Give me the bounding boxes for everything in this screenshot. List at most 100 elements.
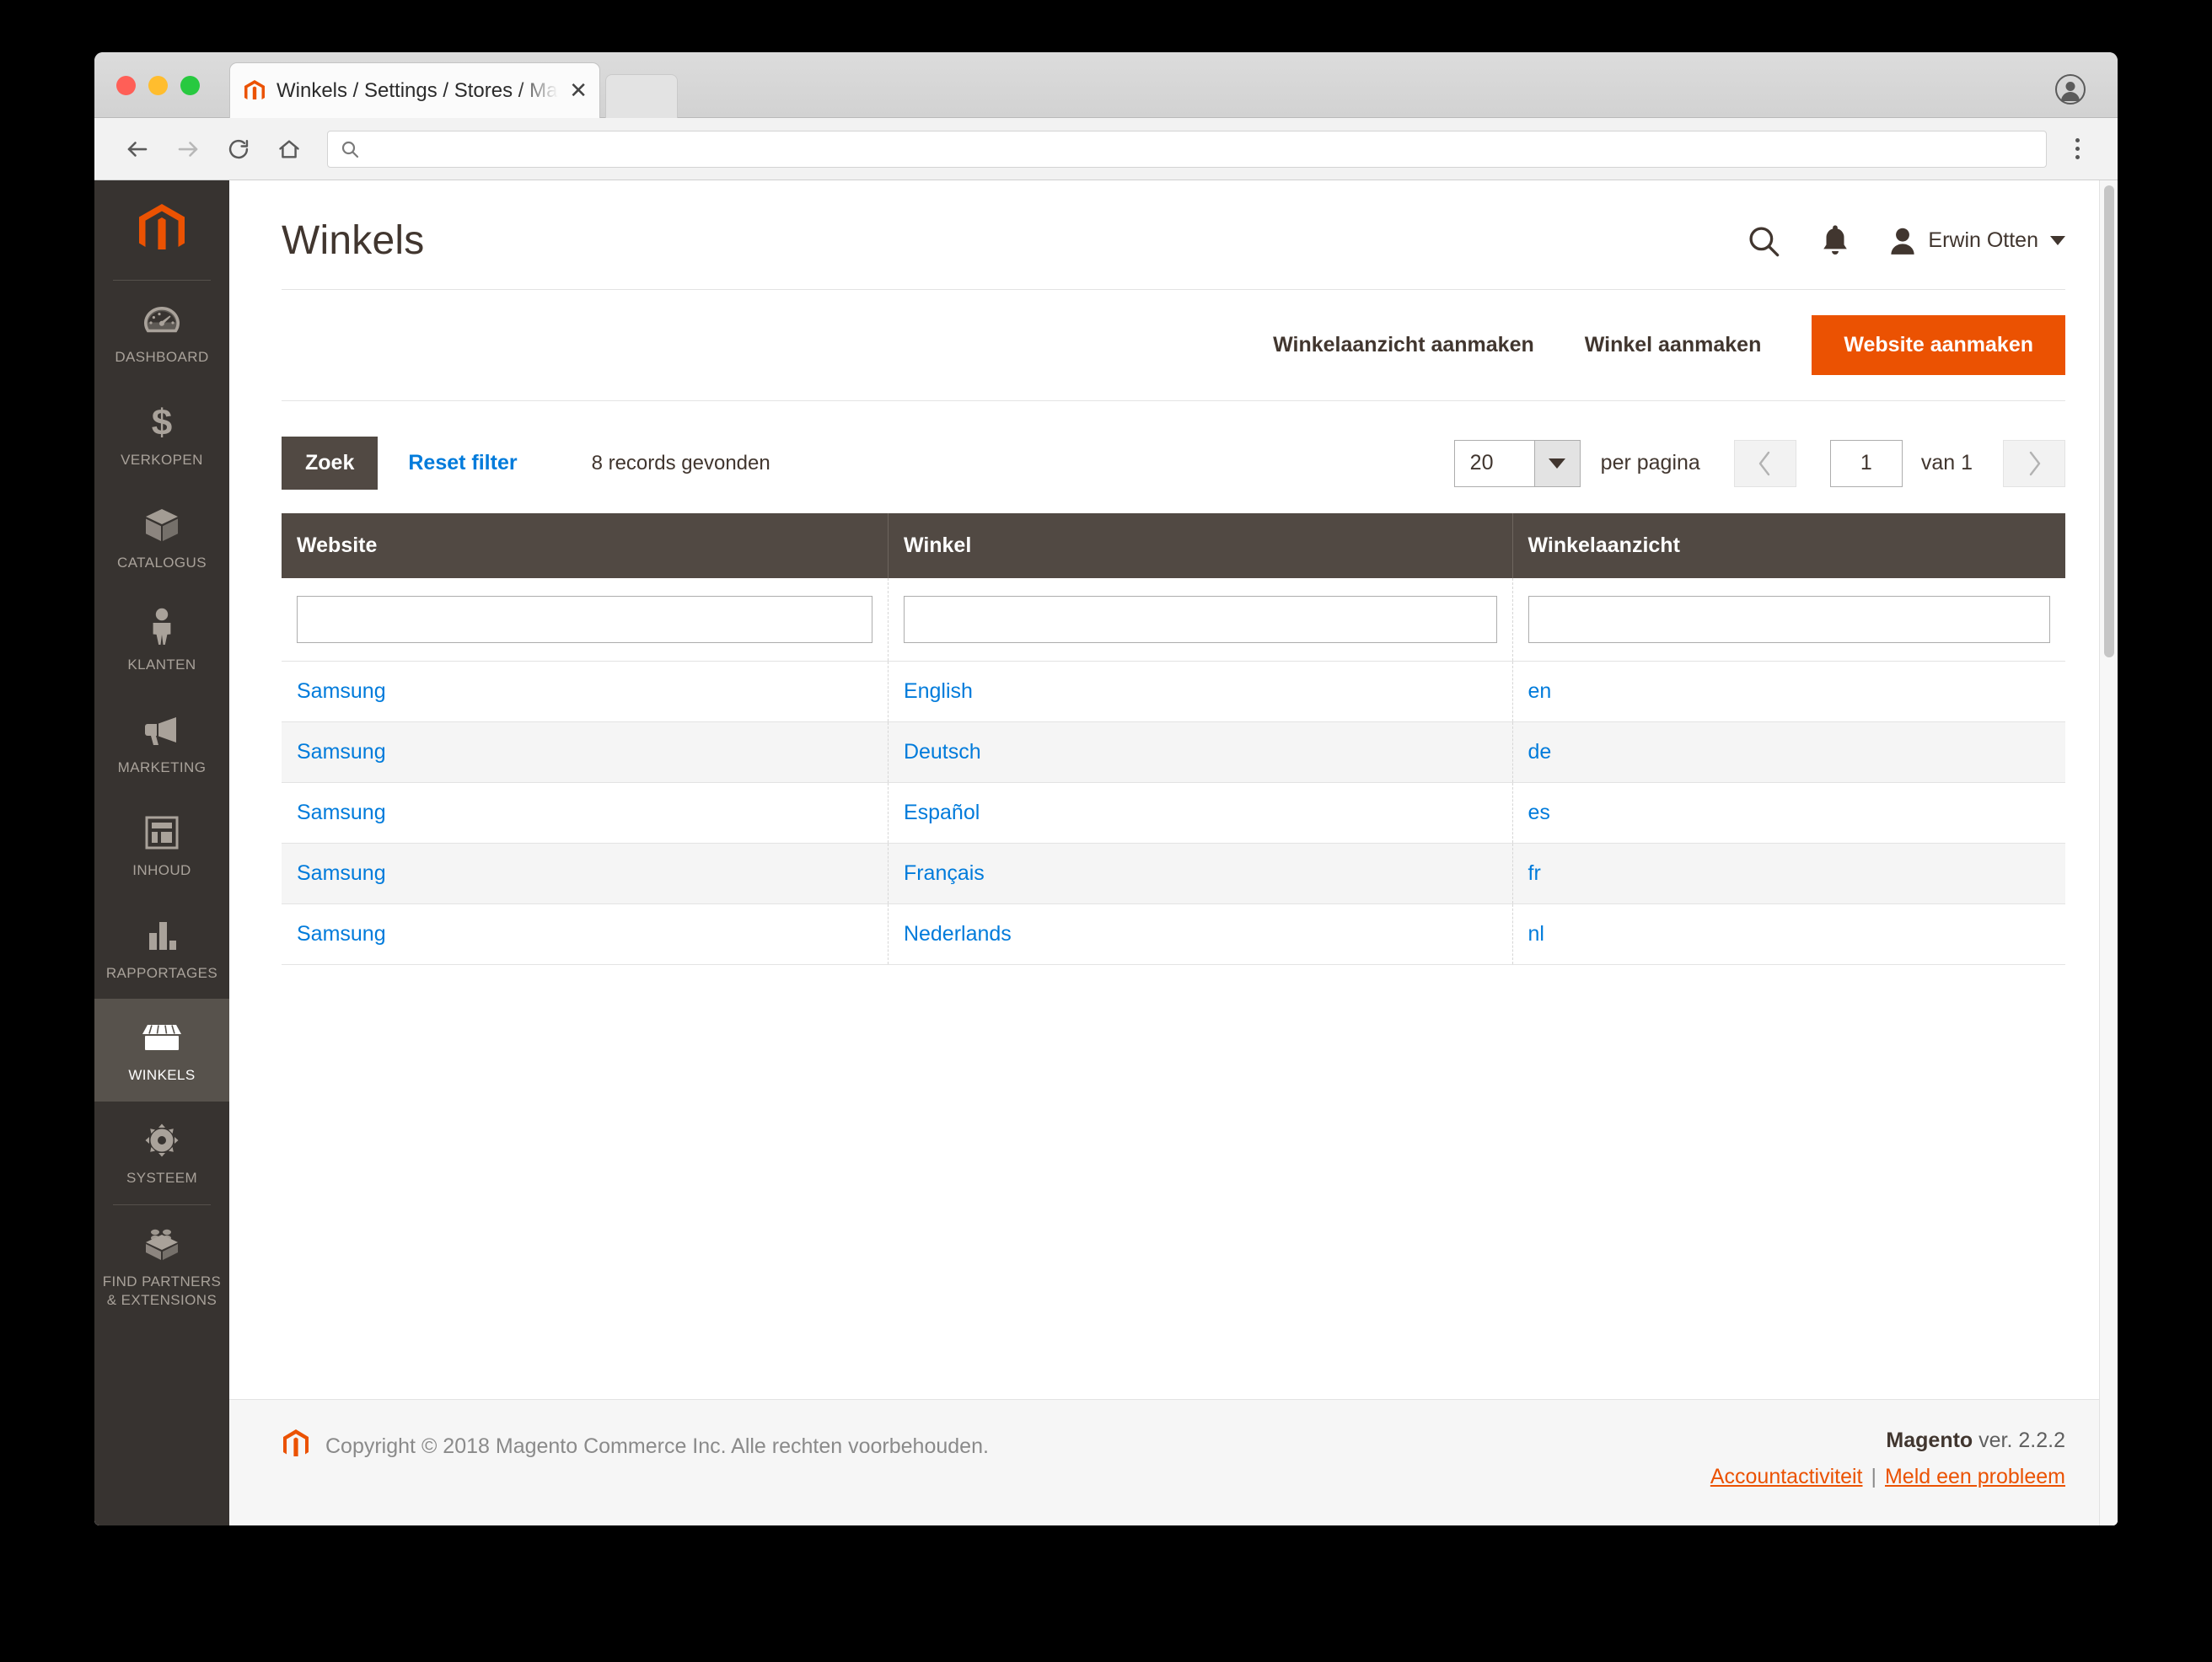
- next-page-button[interactable]: [2003, 439, 2065, 487]
- store-link[interactable]: Español: [904, 801, 980, 824]
- table-row[interactable]: Samsung English en: [282, 661, 2065, 722]
- store-view-link[interactable]: es: [1528, 801, 1550, 824]
- store-view-link[interactable]: de: [1528, 740, 1552, 764]
- create-store-view-button[interactable]: Winkelaanzicht aanmaken: [1248, 333, 1560, 357]
- sidebar-item-catalogus[interactable]: CATALOGUS: [94, 486, 229, 589]
- store-link[interactable]: Français: [904, 861, 985, 885]
- table-row[interactable]: Samsung Nederlands nl: [282, 903, 2065, 965]
- filter-cell-website: [282, 578, 889, 662]
- gear-icon: [99, 1120, 224, 1161]
- sidebar-item-marketing[interactable]: MARKETING: [94, 691, 229, 794]
- store-link[interactable]: English: [904, 679, 973, 703]
- home-button[interactable]: [270, 130, 309, 169]
- column-header-website[interactable]: Website: [282, 513, 889, 578]
- bar-chart-icon: [99, 915, 224, 956]
- website-link[interactable]: Samsung: [297, 922, 386, 946]
- cell-store: Français: [888, 843, 1513, 904]
- grid-toolbar: Zoek Reset filter 8 records gevonden 20 …: [282, 401, 2065, 513]
- browser-profile-icon[interactable]: [2055, 74, 2086, 105]
- browser-menu-button[interactable]: [2060, 138, 2094, 159]
- sidebar-item-label: VERKOPEN: [121, 451, 203, 468]
- previous-page-button[interactable]: [1733, 439, 1796, 487]
- cell-store-view: en: [1512, 661, 2065, 722]
- magento-logo[interactable]: [94, 180, 229, 280]
- sidebar-item-label: FIND PARTNERS & EXTENSIONS: [102, 1273, 222, 1308]
- user-menu[interactable]: Erwin Otten: [1889, 227, 2065, 255]
- sidebar-item-verkopen[interactable]: $ VERKOPEN: [94, 383, 229, 486]
- sidebar-item-rapportages[interactable]: RAPPORTAGES: [94, 897, 229, 1000]
- table-row[interactable]: Samsung Deutsch de: [282, 721, 2065, 783]
- page-number-input[interactable]: 1: [1829, 439, 1903, 487]
- tab-title: Winkels / Settings / Stores / Ma: [276, 78, 558, 102]
- sidebar-item-systeem[interactable]: SYSTEEM: [94, 1102, 229, 1204]
- magento-favicon-icon: [242, 78, 267, 104]
- sidebar-item-klanten[interactable]: KLANTEN: [94, 588, 229, 691]
- forward-button[interactable]: [169, 130, 207, 169]
- sidebar-item-label: CATALOGUS: [117, 554, 207, 571]
- sidebar-item-find-partners[interactable]: FIND PARTNERS & EXTENSIONS: [94, 1205, 229, 1327]
- website-link[interactable]: Samsung: [297, 801, 386, 824]
- table-row[interactable]: Samsung Français fr: [282, 843, 2065, 904]
- sidebar-item-label: SYSTEEM: [126, 1170, 198, 1186]
- website-link[interactable]: Samsung: [297, 679, 386, 703]
- minimize-window-button[interactable]: [148, 76, 168, 95]
- report-issue-link[interactable]: Meld een probleem: [1885, 1465, 2065, 1488]
- reload-button[interactable]: [219, 130, 258, 169]
- close-window-button[interactable]: [116, 76, 136, 95]
- store-view-link[interactable]: en: [1528, 679, 1552, 703]
- store-link[interactable]: Nederlands: [904, 922, 1012, 946]
- new-tab-button[interactable]: [605, 74, 678, 118]
- create-website-button[interactable]: Website aanmaken: [1812, 315, 2065, 375]
- per-page-select[interactable]: 20: [1453, 439, 1581, 487]
- sidebar-item-label: DASHBOARD: [115, 349, 209, 365]
- records-found-label: 8 records gevonden: [591, 451, 770, 474]
- footer-link-separator: |: [1871, 1465, 1876, 1488]
- page-header: Winkels Erwin Otten: [282, 180, 2065, 289]
- admin-content: Winkels Erwin Otten Winkelaanzicht aanma…: [229, 180, 2118, 1525]
- admin-sidebar: DASHBOARD $ VERKOPEN CATALOGUS KLANTEN M…: [94, 180, 229, 1525]
- store-icon: [99, 1017, 224, 1058]
- content-inner: Winkels Erwin Otten Winkelaanzicht aanma…: [229, 180, 2118, 1399]
- browser-titlebar: Winkels / Settings / Stores / Ma ✕: [94, 52, 2118, 118]
- store-view-link[interactable]: nl: [1528, 922, 1544, 946]
- store-link[interactable]: Deutsch: [904, 740, 981, 764]
- filter-input-winkel[interactable]: [903, 596, 1497, 643]
- store-view-link[interactable]: fr: [1528, 861, 1541, 885]
- sidebar-item-inhoud[interactable]: INHOUD: [94, 794, 229, 897]
- cell-store-view: es: [1512, 782, 2065, 844]
- account-activity-link[interactable]: Accountactiviteit: [1710, 1465, 1863, 1488]
- table-row[interactable]: Samsung Español es: [282, 782, 2065, 844]
- create-store-button[interactable]: Winkel aanmaken: [1560, 333, 1787, 357]
- sidebar-item-dashboard[interactable]: DASHBOARD: [94, 281, 229, 383]
- notifications-bell-icon[interactable]: [1820, 223, 1850, 259]
- search-button[interactable]: Zoek: [282, 437, 379, 490]
- filter-cell-winkel: [888, 578, 1513, 662]
- grid-body: Samsung English en Samsung Deutsch de Sa…: [282, 578, 2065, 965]
- footer-links: Accountactiviteit | Meld een probleem: [1710, 1465, 2065, 1489]
- page-scrollbar[interactable]: [2099, 180, 2118, 1525]
- chevron-down-icon: [1533, 440, 1580, 486]
- avatar-icon: [1889, 227, 1916, 255]
- maximize-window-button[interactable]: [180, 76, 200, 95]
- browser-tab[interactable]: Winkels / Settings / Stores / Ma ✕: [229, 62, 600, 118]
- column-header-winkelaanzicht[interactable]: Winkelaanzicht: [1512, 513, 2065, 578]
- person-icon: [99, 607, 224, 647]
- website-link[interactable]: Samsung: [297, 861, 386, 885]
- global-search-icon[interactable]: [1746, 223, 1781, 259]
- filter-input-website[interactable]: [297, 596, 872, 643]
- user-name: Erwin Otten: [1928, 228, 2038, 252]
- page-viewport: DASHBOARD $ VERKOPEN CATALOGUS KLANTEN M…: [94, 180, 2118, 1525]
- close-tab-icon[interactable]: ✕: [569, 80, 588, 102]
- page-footer: Copyright © 2018 Magento Commerce Inc. A…: [229, 1399, 2118, 1525]
- back-button[interactable]: [118, 130, 157, 169]
- sidebar-item-winkels[interactable]: WINKELS: [94, 999, 229, 1102]
- reset-filter-link[interactable]: Reset filter: [408, 451, 517, 475]
- filter-input-winkelaanzicht[interactable]: [1527, 596, 2050, 643]
- cell-store: English: [888, 661, 1513, 722]
- website-link[interactable]: Samsung: [297, 740, 386, 764]
- address-bar[interactable]: [327, 130, 2047, 168]
- column-header-winkel[interactable]: Winkel: [888, 513, 1513, 578]
- dollar-icon: $: [99, 402, 224, 442]
- cell-store: Español: [888, 782, 1513, 844]
- scrollbar-thumb[interactable]: [2104, 185, 2114, 657]
